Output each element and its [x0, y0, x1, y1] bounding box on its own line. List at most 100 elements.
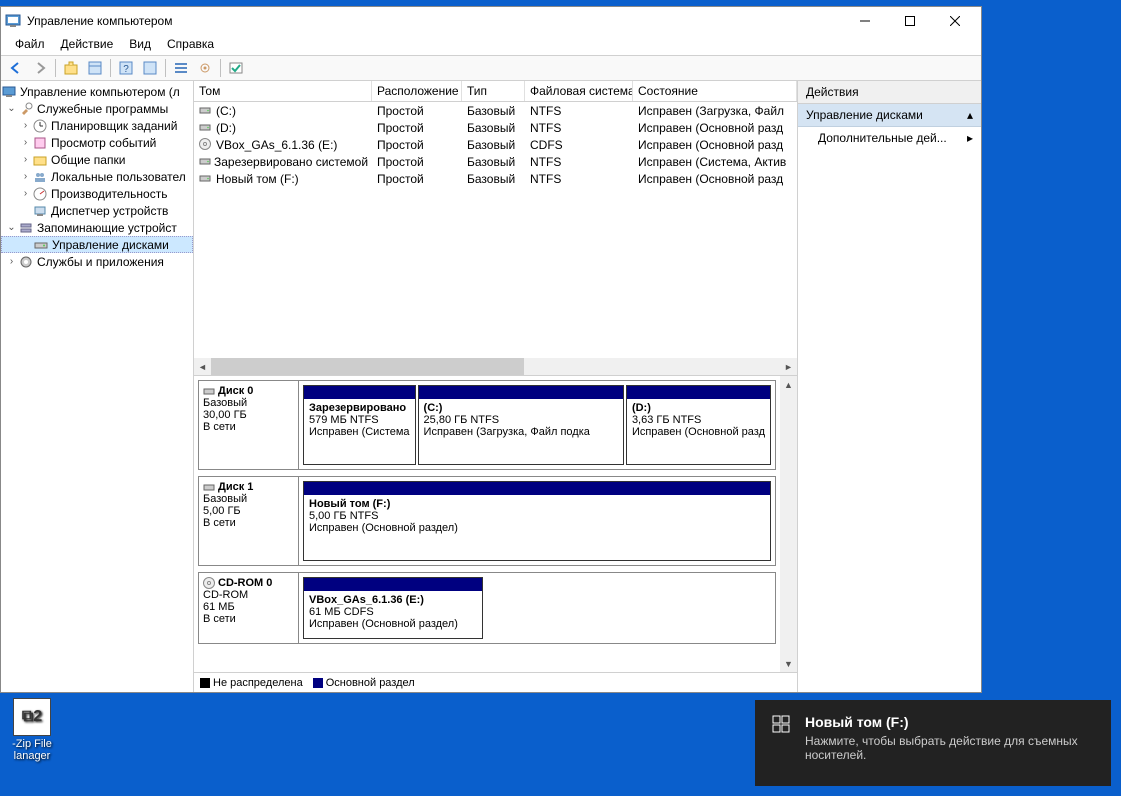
tree-pane[interactable]: Управление компьютером (л ⌄ Служебные пр…: [1, 81, 194, 692]
partition-bar: [304, 386, 415, 399]
scroll-left-icon[interactable]: ◄: [194, 358, 211, 375]
partition[interactable]: (C:)25,80 ГБ NTFSИсправен (Загрузка, Фай…: [418, 385, 624, 465]
volume-list: Том Расположение Тип Файловая система Со…: [194, 81, 797, 376]
partition-bar: [304, 578, 482, 591]
col-layout[interactable]: Расположение: [372, 81, 462, 101]
refresh-button[interactable]: [139, 57, 161, 79]
svg-text:?: ?: [123, 64, 129, 75]
toast-message: Нажмите, чтобы выбрать действие для съем…: [805, 734, 1095, 762]
disk-icon: [203, 481, 215, 493]
partition[interactable]: Зарезервировано579 МБ NTFSИсправен (Сист…: [303, 385, 416, 465]
menu-help[interactable]: Справка: [159, 35, 222, 55]
scroll-down-icon[interactable]: ▼: [780, 655, 797, 672]
col-volume[interactable]: Том: [194, 81, 372, 101]
partition-bar: [419, 386, 623, 399]
partition[interactable]: VBox_GAs_6.1.36 (E:)61 МБ CDFSИсправен (…: [303, 577, 483, 639]
close-button[interactable]: [932, 7, 977, 35]
volume-row[interactable]: VBox_GAs_6.1.36 (E:)ПростойБазовыйCDFSИс…: [194, 136, 797, 153]
actions-section[interactable]: Управление дисками ▴: [798, 104, 981, 127]
computer-management-window: Управление компьютером Файл Действие Вид…: [0, 6, 982, 693]
actions-pane: Действия Управление дисками ▴ Дополнител…: [797, 81, 981, 692]
event-icon: [32, 135, 48, 151]
scroll-up-icon[interactable]: ▲: [780, 376, 797, 393]
expand-icon[interactable]: ›: [19, 171, 32, 182]
desktop-icon-7zip[interactable]: ⧉2 -Zip File lanager: [0, 698, 64, 762]
settings-button[interactable]: [194, 57, 216, 79]
col-status[interactable]: Состояние: [633, 81, 797, 101]
scroll-thumb[interactable]: [211, 358, 524, 375]
expand-icon[interactable]: ›: [19, 154, 32, 165]
center-pane: Том Расположение Тип Файловая система Со…: [194, 81, 797, 692]
maximize-button[interactable]: [887, 7, 932, 35]
menu-view[interactable]: Вид: [121, 35, 159, 55]
tree-services[interactable]: › Службы и приложения: [1, 253, 193, 270]
disk-row: Диск 0Базовый30,00 ГБВ сетиЗарезервирова…: [198, 380, 776, 470]
drive-icon: [199, 172, 213, 186]
chevron-right-icon: ▸: [967, 131, 973, 145]
tree-storage[interactable]: ⌄ Запоминающие устройст: [1, 219, 193, 236]
volume-row[interactable]: (C:)ПростойБазовыйNTFSИсправен (Загрузка…: [194, 102, 797, 119]
minimize-button[interactable]: [842, 7, 887, 35]
toast-title: Новый том (F:): [805, 714, 1095, 730]
legend-primary-swatch: [313, 678, 323, 688]
actions-more[interactable]: Дополнительные дей... ▸: [798, 127, 981, 149]
help-button[interactable]: ?: [115, 57, 137, 79]
tree-device-manager[interactable]: Диспетчер устройств: [1, 202, 193, 219]
drive-icon: [199, 104, 213, 118]
tree-task-scheduler[interactable]: › Планировщик заданий: [1, 117, 193, 134]
disk-mgmt-icon: [33, 237, 49, 253]
disk-graphical-pane: Диск 0Базовый30,00 ГБВ сетиЗарезервирова…: [194, 376, 797, 672]
col-fs[interactable]: Файловая система: [525, 81, 633, 101]
scroll-right-icon[interactable]: ►: [780, 358, 797, 375]
storage-icon: [18, 220, 34, 236]
expand-icon[interactable]: ›: [19, 120, 32, 131]
autoplay-toast[interactable]: Новый том (F:) Нажмите, чтобы выбрать де…: [755, 700, 1111, 786]
tree-shared-folders[interactable]: › Общие папки: [1, 151, 193, 168]
forward-button[interactable]: [29, 57, 51, 79]
disk-info[interactable]: Диск 1Базовый5,00 ГБВ сети: [199, 477, 299, 565]
drive-notify-icon: [771, 714, 791, 734]
expand-icon[interactable]: ›: [19, 137, 32, 148]
tree-root[interactable]: Управление компьютером (л: [1, 83, 193, 100]
disk-vscroll[interactable]: ▲ ▼: [780, 376, 797, 672]
disk-info[interactable]: Диск 0Базовый30,00 ГБВ сети: [199, 381, 299, 469]
expand-icon[interactable]: ›: [5, 256, 18, 267]
partition-bar: [627, 386, 770, 399]
check-button[interactable]: [225, 57, 247, 79]
window-controls: [842, 7, 977, 35]
disk-icon: [203, 385, 215, 397]
collapse-up-icon: ▴: [967, 108, 973, 122]
tree-sys-tools[interactable]: ⌄ Служебные программы: [1, 100, 193, 117]
collapse-icon[interactable]: ⌄: [5, 222, 18, 233]
tree-local-users[interactable]: › Локальные пользовател: [1, 168, 193, 185]
main-area: Управление компьютером (л ⌄ Служебные пр…: [1, 81, 981, 692]
properties-button[interactable]: [84, 57, 106, 79]
disk-info[interactable]: CD-ROM 0CD-ROM61 МБВ сети: [199, 573, 299, 643]
back-button[interactable]: [5, 57, 27, 79]
app-icon: [5, 13, 21, 29]
cd-icon: [199, 138, 213, 152]
tree-event-viewer[interactable]: › Просмотр событий: [1, 134, 193, 151]
drive-icon: [199, 121, 213, 135]
up-button[interactable]: [60, 57, 82, 79]
tree-disk-management[interactable]: Управление дисками: [1, 236, 193, 253]
legend: Не распределена Основной раздел: [194, 672, 797, 692]
col-type[interactable]: Тип: [462, 81, 525, 101]
menu-file[interactable]: Файл: [7, 35, 53, 55]
drive-icon: [199, 155, 211, 169]
expand-icon[interactable]: ›: [19, 188, 32, 199]
volume-list-header: Том Расположение Тип Файловая система Со…: [194, 81, 797, 102]
window-title: Управление компьютером: [27, 14, 842, 28]
menu-action[interactable]: Действие: [53, 35, 122, 55]
clock-icon: [32, 118, 48, 134]
tree-performance[interactable]: › Производительность: [1, 185, 193, 202]
list-button[interactable]: [170, 57, 192, 79]
volume-hscroll[interactable]: ◄ ►: [194, 358, 797, 375]
volume-row[interactable]: Зарезервировано системойПростойБазовыйNT…: [194, 153, 797, 170]
volume-row[interactable]: Новый том (F:)ПростойБазовыйNTFSИсправен…: [194, 170, 797, 187]
disk-row: CD-ROM 0CD-ROM61 МБВ сетиVBox_GAs_6.1.36…: [198, 572, 776, 644]
volume-row[interactable]: (D:)ПростойБазовыйNTFSИсправен (Основной…: [194, 119, 797, 136]
collapse-icon[interactable]: ⌄: [5, 103, 18, 114]
partition[interactable]: Новый том (F:)5,00 ГБ NTFSИсправен (Осно…: [303, 481, 771, 561]
partition[interactable]: (D:)3,63 ГБ NTFSИсправен (Основной разд: [626, 385, 771, 465]
